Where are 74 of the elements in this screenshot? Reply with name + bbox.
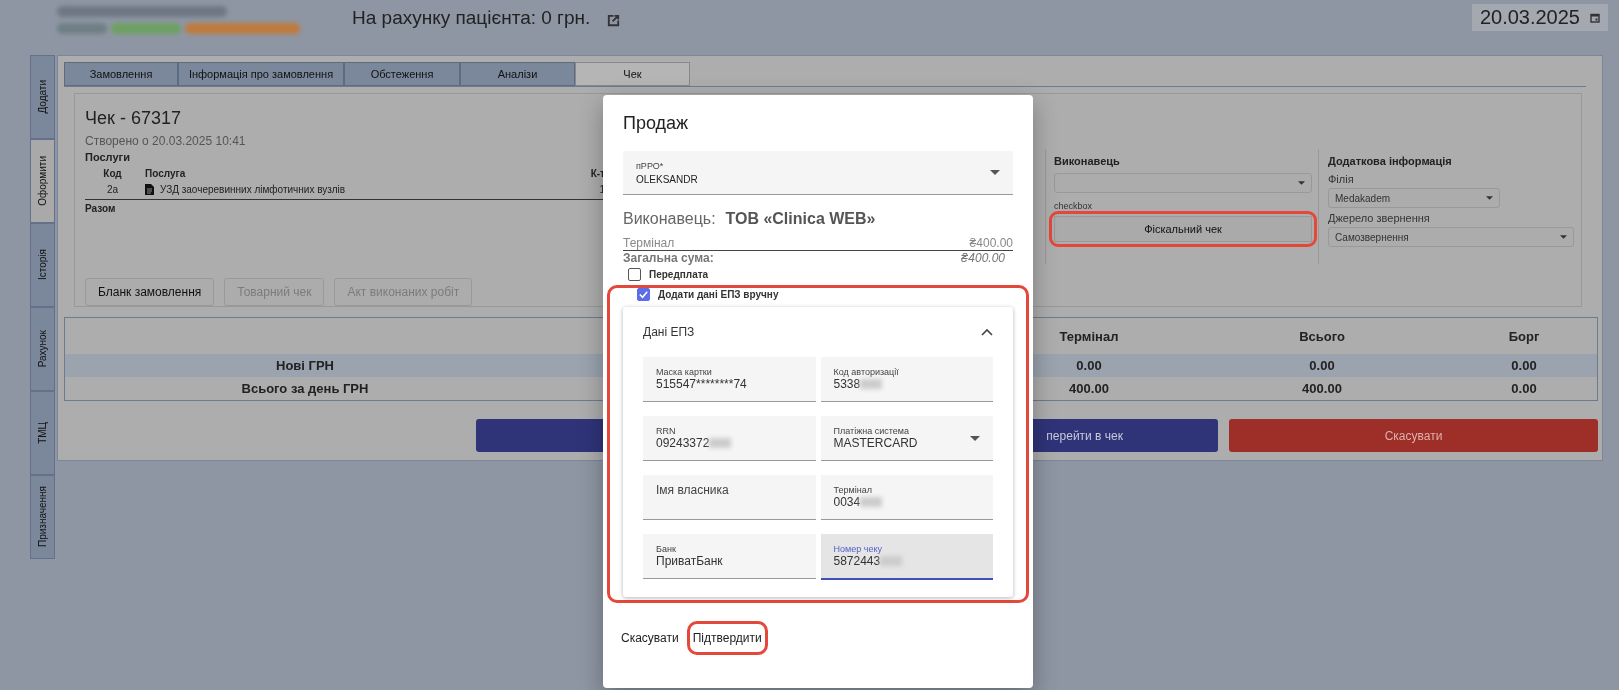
tab[interactable]: Замовлення <box>64 62 178 86</box>
input-field[interactable]: Номер чеку 5872443 <box>820 534 993 580</box>
dropdown[interactable]: Medakadem <box>1328 188 1500 208</box>
table-cell: 0.00 <box>1511 358 1537 373</box>
calendar-icon <box>1590 12 1600 23</box>
caret-icon <box>1560 235 1567 239</box>
amount-value: ₴400.00 <box>969 236 1013 250</box>
amount-label: Термінал <box>623 236 675 250</box>
chevron-icon[interactable] <box>981 328 993 336</box>
table-cell: УЗД заочеревинних лімфотичних вузлів <box>160 183 346 195</box>
column-header: Термінал <box>1059 328 1119 344</box>
checkbox-label: Передплата <box>649 269 709 280</box>
field-label: Джерело звернення <box>1328 212 1431 224</box>
checkbox-label: Додати дані ЕПЗ вручну <box>658 289 779 300</box>
section-heading: Послуги <box>85 151 130 163</box>
row-label: Нові ГРН <box>276 358 334 373</box>
side-tab[interactable]: Історія <box>30 223 55 307</box>
date-field[interactable]: 20.03.2025 <box>1471 4 1608 31</box>
balance-text: На рахунку пацієнта: 0 грн. <box>352 7 591 29</box>
dialog-button[interactable]: Скасувати <box>618 624 682 652</box>
tab[interactable]: Аналізи <box>460 62 575 86</box>
input-field[interactable]: RRN 09243372 <box>643 416 816 461</box>
prro-select[interactable]: пРРО* OLEKSANDR <box>623 151 1013 195</box>
caret-icon <box>1486 196 1493 200</box>
column-header: Борг <box>1508 328 1540 344</box>
note-text: checkbox <box>1054 201 1094 211</box>
panel-title: Дані ЕПЗ <box>643 325 695 339</box>
dropdown[interactable]: Самозвернення <box>1328 227 1574 247</box>
table-cell: 0.00 <box>1076 358 1102 373</box>
dialog-title: Продаж <box>623 113 690 134</box>
row-label: Всього за день ГРН <box>241 381 369 396</box>
checkbox[interactable] <box>628 268 641 281</box>
side-tab[interactable]: ТМЦ <box>30 391 55 475</box>
input-field[interactable]: Банк ПриватБанк <box>643 534 816 579</box>
table-cell-text: 2a <box>105 183 120 195</box>
tab[interactable]: Інформація про замовлення <box>178 62 344 86</box>
document-button[interactable]: Бланк замовлення <box>85 278 215 306</box>
table-cell: 400.00 <box>1069 381 1109 396</box>
column-header: Всього <box>1299 328 1345 344</box>
total-label: Разом <box>85 203 116 214</box>
table-cell: 0.00 <box>1309 358 1335 373</box>
fiscal-receipt-button[interactable]: Фіскальний чек <box>1054 216 1312 242</box>
input-field[interactable]: Код авторизації 5338 <box>820 357 993 402</box>
column-header: К-т <box>589 167 605 179</box>
side-tab[interactable]: Рахунок <box>30 307 55 391</box>
input-field[interactable]: Термінал 0034 <box>820 475 993 520</box>
section-heading: Виконавець <box>1054 155 1121 167</box>
checkbox[interactable] <box>637 288 650 301</box>
tab[interactable]: Чек <box>575 62 690 86</box>
external-link-icon[interactable] <box>606 13 622 28</box>
performer-value: ТОВ «Clinica WEB» <box>725 210 876 227</box>
action-button[interactable]: Скасувати <box>1229 419 1598 452</box>
column-header: Послуга <box>144 167 187 179</box>
caret-icon <box>990 170 1000 175</box>
caret-icon <box>1298 181 1305 185</box>
input-field[interactable]: Платіжна система MASTERCARD <box>820 416 993 461</box>
receipt-title: Чек - 67317 <box>85 108 181 129</box>
column-header: Код <box>102 167 123 179</box>
table-cell: 400.00 <box>1302 381 1342 396</box>
side-tab[interactable]: Додати <box>30 55 55 139</box>
section-heading: Додаткова інформація <box>1328 155 1453 167</box>
field-label: Філія <box>1328 173 1355 185</box>
created-text: Створено о 20.03.2025 10:41 <box>85 134 246 148</box>
performer-label: Виконавець: <box>623 210 716 227</box>
side-tab[interactable]: Оформити <box>30 139 55 223</box>
amount-label: Загальна сума: <box>623 251 714 265</box>
amount-value: ₴400.00 <box>960 251 1005 265</box>
document-icon[interactable] <box>145 183 154 195</box>
input-field[interactable]: Маска картки 515547********74 <box>643 357 816 402</box>
side-tab[interactable]: Призначення <box>30 475 55 559</box>
input-field[interactable]: Імя власника <box>643 475 816 520</box>
tab[interactable]: Обстеження <box>344 62 460 86</box>
table-cell: 0.00 <box>1511 381 1537 396</box>
caret-icon <box>970 435 980 441</box>
